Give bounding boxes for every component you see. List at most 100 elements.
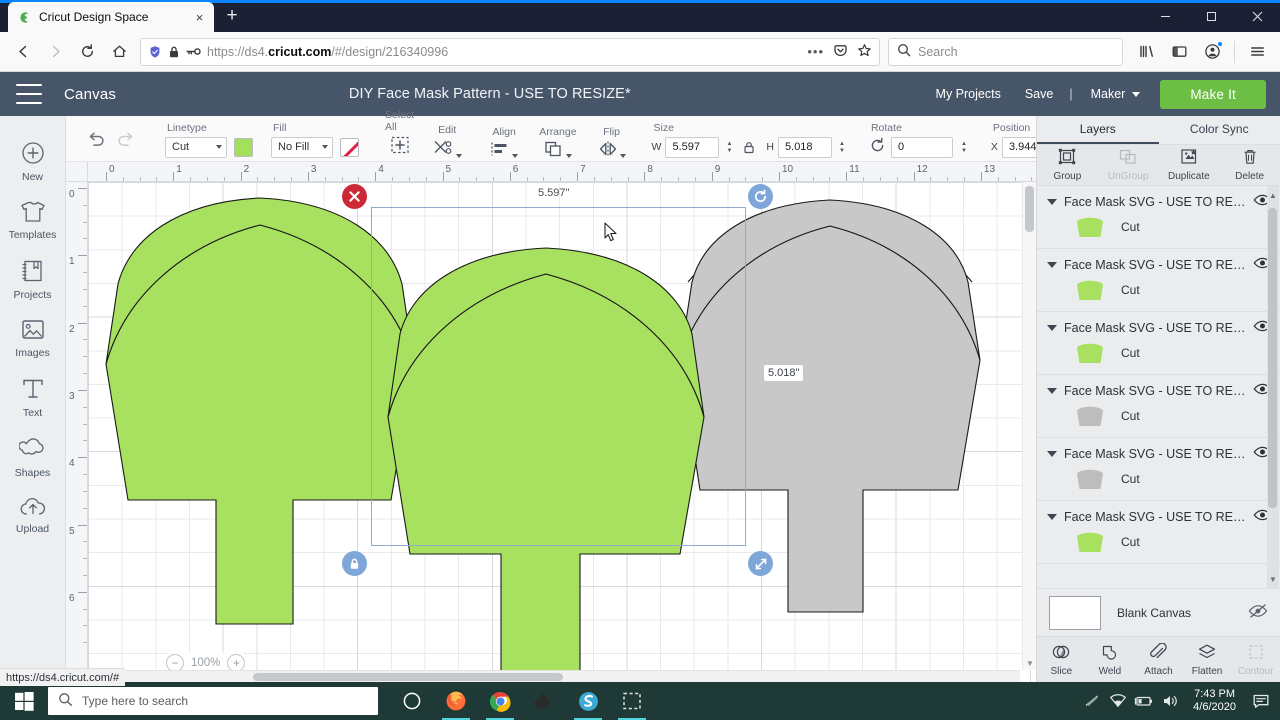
notification-icon[interactable]	[1246, 682, 1276, 720]
canvas-viewport[interactable]: 5.597" 5.018"	[88, 182, 1036, 682]
scroll-up-icon[interactable]: ▲	[1267, 188, 1279, 202]
linetype-color-swatch[interactable]	[234, 137, 253, 157]
visibility-off-icon[interactable]	[1248, 603, 1268, 622]
delete-button[interactable]: Delete	[1219, 148, 1280, 182]
rotate-handle-icon[interactable]	[748, 184, 773, 209]
height-stepper[interactable]: ▲ ▼	[839, 141, 845, 154]
scroll-down-icon[interactable]: ▼	[1023, 656, 1036, 670]
align-button[interactable]: Align	[488, 126, 520, 158]
chevron-down-icon[interactable]	[1047, 261, 1057, 268]
vertical-scroll-thumb[interactable]	[1025, 186, 1034, 232]
undo-icon[interactable]	[81, 124, 111, 154]
scroll-down-icon[interactable]: ▼	[1267, 572, 1279, 586]
layer-sublayer[interactable]: Cut	[1047, 336, 1272, 368]
layer-row[interactable]: Face Mask SVG - USE TO RE… Cut	[1037, 375, 1280, 438]
chrome-icon[interactable]	[478, 682, 522, 720]
my-projects-button[interactable]: My Projects	[924, 87, 1013, 101]
sidebar-item-text[interactable]: Text	[0, 368, 66, 425]
forward-arrow-icon[interactable]	[40, 37, 70, 67]
horizontal-scroll-thumb[interactable]	[253, 673, 563, 681]
duplicate-button[interactable]: Duplicate	[1159, 148, 1220, 182]
ungroup-button[interactable]: UnGroup	[1098, 148, 1159, 182]
sidebar-item-shapes[interactable]: Shapes	[0, 428, 66, 485]
blank-canvas-row[interactable]: Blank Canvas	[1037, 588, 1280, 636]
chevron-down-icon[interactable]	[1047, 198, 1057, 205]
canvas-horizontal-scrollbar[interactable]	[88, 670, 1020, 682]
layer-header[interactable]: Face Mask SVG - USE TO RE…	[1047, 445, 1272, 462]
hidden-icons-icon[interactable]	[1079, 682, 1105, 720]
chevron-down-icon[interactable]	[1047, 324, 1057, 331]
flatten-button[interactable]: Flatten	[1183, 643, 1232, 677]
chevron-down-icon[interactable]	[1047, 513, 1057, 520]
layer-sublayer[interactable]: Cut	[1047, 462, 1272, 494]
star-icon[interactable]	[857, 43, 872, 61]
library-icon[interactable]	[1131, 37, 1161, 67]
height-input[interactable]: 5.018	[778, 136, 833, 158]
layer-row[interactable]: Face Mask SVG - USE TO RE… Cut	[1037, 312, 1280, 375]
snip-tool-icon[interactable]	[610, 682, 654, 720]
layers-scrollbar[interactable]: ▲ ▼	[1267, 186, 1279, 588]
home-icon[interactable]	[104, 37, 134, 67]
sidebar-item-templates[interactable]: Templates	[0, 192, 66, 247]
window-close-button[interactable]	[1234, 0, 1280, 32]
linetype-select[interactable]: Cut	[165, 136, 227, 158]
rotate-input[interactable]: 0	[890, 136, 953, 158]
permissions-key-icon[interactable]	[186, 46, 201, 57]
resize-handle-icon[interactable]	[748, 551, 773, 576]
rotate-stepper[interactable]: ▲ ▼	[961, 141, 967, 154]
tab-color-sync[interactable]: Color Sync	[1159, 116, 1280, 144]
chevron-down-icon[interactable]	[1047, 450, 1057, 457]
sidebar-item-projects[interactable]: Projects	[0, 250, 66, 307]
make-it-button[interactable]: Make It	[1160, 79, 1266, 109]
save-button[interactable]: Save	[1013, 87, 1066, 101]
volume-icon[interactable]	[1157, 682, 1183, 720]
attach-button[interactable]: Attach	[1134, 641, 1183, 677]
reload-icon[interactable]	[72, 37, 102, 67]
layer-header[interactable]: Face Mask SVG - USE TO RE…	[1047, 256, 1272, 273]
sidebar-icon[interactable]	[1164, 37, 1194, 67]
pocket-icon[interactable]	[833, 43, 848, 61]
canvas-label[interactable]: Canvas	[64, 86, 116, 103]
layers-scroll-thumb[interactable]	[1268, 208, 1277, 508]
layer-row[interactable]: Face Mask SVG - USE TO RE… Cut	[1037, 186, 1280, 249]
close-icon[interactable]: ×	[191, 9, 208, 26]
account-icon[interactable]	[1197, 37, 1227, 67]
page-actions-icon[interactable]: •••	[807, 44, 824, 59]
design-canvas[interactable]: 012345678910111213 0123456	[66, 162, 1036, 682]
inkscape-icon[interactable]	[522, 682, 566, 720]
layer-sublayer[interactable]: Cut	[1047, 399, 1272, 431]
canvas-vertical-scrollbar[interactable]: ▲ ▼	[1022, 182, 1036, 670]
machine-selector[interactable]: Maker	[1077, 87, 1147, 101]
layer-row[interactable]: Face Mask SVG - USE TO RE… Cut	[1037, 501, 1280, 564]
layer-sublayer[interactable]: Cut	[1047, 273, 1272, 305]
new-tab-button[interactable]: +	[217, 1, 247, 31]
select-all-button[interactable]: Select All	[383, 109, 416, 158]
battery-icon[interactable]	[1131, 682, 1157, 720]
selection-bounding-box[interactable]	[371, 207, 746, 546]
delete-handle-icon[interactable]	[342, 184, 367, 209]
lock-icon[interactable]	[168, 45, 180, 59]
layers-list[interactable]: Face Mask SVG - USE TO RE… Cut Face Mask S…	[1037, 186, 1280, 588]
wifi-icon[interactable]	[1105, 682, 1131, 720]
layer-header[interactable]: Face Mask SVG - USE TO RE…	[1047, 319, 1272, 336]
silhouette-icon[interactable]	[566, 682, 610, 720]
sidebar-item-upload[interactable]: Upload	[0, 488, 66, 541]
redo-icon[interactable]	[111, 124, 141, 154]
taskbar-clock[interactable]: 7:43 PM 4/6/2020	[1183, 688, 1246, 714]
layer-row[interactable]: Face Mask SVG - USE TO RE… Cut	[1037, 438, 1280, 501]
width-stepper[interactable]: ▲ ▼	[726, 141, 732, 154]
layer-sublayer[interactable]: Cut	[1047, 210, 1272, 242]
search-input[interactable]: Search	[918, 45, 958, 59]
search-bar[interactable]: Search	[888, 37, 1123, 66]
group-button[interactable]: Group	[1037, 148, 1098, 182]
shield-icon[interactable]	[148, 45, 162, 59]
fill-select[interactable]: No Fill	[271, 136, 333, 158]
layer-header[interactable]: Face Mask SVG - USE TO RE…	[1047, 193, 1272, 210]
minimize-button[interactable]	[1142, 0, 1188, 32]
hamburger-menu-icon[interactable]	[16, 84, 42, 104]
sidebar-item-new[interactable]: New	[0, 132, 66, 189]
app-menu-icon[interactable]	[1242, 37, 1272, 67]
arrange-button[interactable]: Arrange	[537, 126, 578, 158]
address-bar[interactable]: https://ds4.cricut.com/#/design/21634099…	[140, 37, 880, 66]
chevron-down-icon[interactable]	[1047, 387, 1057, 394]
